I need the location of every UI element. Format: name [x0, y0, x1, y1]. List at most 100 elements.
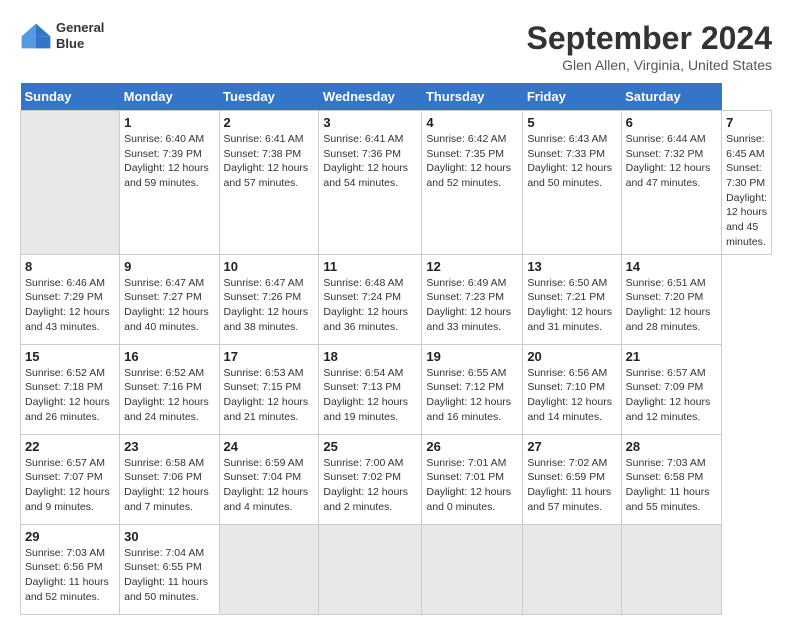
- day-number: 23: [124, 439, 214, 454]
- day-info: Sunrise: 6:52 AMSunset: 7:16 PMDaylight:…: [124, 366, 214, 425]
- day-info: Sunrise: 6:49 AMSunset: 7:23 PMDaylight:…: [426, 276, 518, 335]
- day-number: 3: [323, 115, 417, 130]
- day-info: Sunrise: 6:50 AMSunset: 7:21 PMDaylight:…: [527, 276, 616, 335]
- day-cell: 3Sunrise: 6:41 AMSunset: 7:36 PMDaylight…: [319, 111, 422, 255]
- day-cell: 16Sunrise: 6:52 AMSunset: 7:16 PMDayligh…: [120, 344, 219, 434]
- column-header-thursday: Thursday: [422, 83, 523, 111]
- day-info: Sunrise: 6:56 AMSunset: 7:10 PMDaylight:…: [527, 366, 616, 425]
- day-cell: 14Sunrise: 6:51 AMSunset: 7:20 PMDayligh…: [621, 254, 721, 344]
- logo-line2: Blue: [56, 36, 84, 51]
- day-cell: 10Sunrise: 6:47 AMSunset: 7:26 PMDayligh…: [219, 254, 319, 344]
- day-number: 13: [527, 259, 616, 274]
- day-number: 15: [25, 349, 115, 364]
- week-row-2: 8 Sunrise: 6:46 AMSunset: 7:29 PMDaylight…: [21, 254, 772, 344]
- day-number: 10: [224, 259, 315, 274]
- day-info: Sunrise: 6:41 AMSunset: 7:38 PMDaylight:…: [224, 132, 315, 191]
- day-cell: 11 Sunrise: 6:48 AMSunset: 7:24 PMDayligh…: [319, 254, 422, 344]
- day-number: 27: [527, 439, 616, 454]
- day-number: 30: [124, 529, 214, 544]
- day-info: Sunrise: 6:58 AMSunset: 7:06 PMDaylight:…: [124, 456, 214, 515]
- day-cell: 17 Sunrise: 6:53 AMSunset: 7:15 PMDayligh…: [219, 344, 319, 434]
- day-number: 6: [626, 115, 717, 130]
- day-info: Sunrise: 6:52 AMSunset: 7:18 PMDaylight:…: [25, 366, 115, 425]
- header: General Blue September 2024 Glen Allen, …: [20, 20, 772, 73]
- day-number: 17: [224, 349, 315, 364]
- day-info: Sunrise: 6:47 AMSunset: 7:27 PMDaylight:…: [124, 276, 214, 335]
- day-number: 12: [426, 259, 518, 274]
- column-header-monday: Monday: [120, 83, 219, 111]
- day-info: Sunrise: 6:45 AMSunset: 7:30 PMDaylight:…: [726, 132, 767, 250]
- day-info: Sunrise: 6:43 AMSunset: 7:33 PMDaylight:…: [527, 132, 616, 191]
- day-number: 14: [626, 259, 717, 274]
- day-cell: [319, 524, 422, 614]
- day-info: Sunrise: 6:44 AMSunset: 7:32 PMDaylight:…: [626, 132, 717, 191]
- week-row-1: 1 Sunrise: 6:40 AMSunset: 7:39 PMDaylight…: [21, 111, 772, 255]
- day-info: Sunrise: 6:46 AMSunset: 7:29 PMDaylight:…: [25, 276, 115, 335]
- day-info: Sunrise: 6:59 AMSunset: 7:04 PMDaylight:…: [224, 456, 315, 515]
- day-number: 26: [426, 439, 518, 454]
- day-number: 25: [323, 439, 417, 454]
- day-cell: 22 Sunrise: 6:57 AMSunset: 7:07 PMDayligh…: [21, 434, 120, 524]
- day-cell: 2 Sunrise: 6:41 AMSunset: 7:38 PMDaylight…: [219, 111, 319, 255]
- day-cell: 23 Sunrise: 6:58 AMSunset: 7:06 PMDayligh…: [120, 434, 219, 524]
- day-number: 22: [25, 439, 115, 454]
- header-row: SundayMondayTuesdayWednesdayThursdayFrid…: [21, 83, 772, 111]
- day-number: 28: [626, 439, 717, 454]
- day-cell: 1 Sunrise: 6:40 AMSunset: 7:39 PMDaylight…: [120, 111, 219, 255]
- week-row-4: 22 Sunrise: 6:57 AMSunset: 7:07 PMDayligh…: [21, 434, 772, 524]
- column-header-friday: Friday: [523, 83, 621, 111]
- day-cell: 8 Sunrise: 6:46 AMSunset: 7:29 PMDaylight…: [21, 254, 120, 344]
- logo-text: General Blue: [56, 20, 104, 51]
- day-info: Sunrise: 6:53 AMSunset: 7:15 PMDaylight:…: [224, 366, 315, 425]
- day-number: 1: [124, 115, 214, 130]
- column-header-saturday: Saturday: [621, 83, 721, 111]
- day-cell: 20Sunrise: 6:56 AMSunset: 7:10 PMDayligh…: [523, 344, 621, 434]
- logo-line1: General: [56, 20, 104, 35]
- month-title: September 2024: [527, 20, 772, 57]
- day-number: 8: [25, 259, 115, 274]
- day-info: Sunrise: 6:57 AMSunset: 7:09 PMDaylight:…: [626, 366, 717, 425]
- day-cell: 26 Sunrise: 7:01 AMSunset: 7:01 PMDayligh…: [422, 434, 523, 524]
- day-number: 5: [527, 115, 616, 130]
- day-cell: 21 Sunrise: 6:57 AMSunset: 7:09 PMDayligh…: [621, 344, 721, 434]
- day-cell: 28Sunrise: 7:03 AMSunset: 6:58 PMDayligh…: [621, 434, 721, 524]
- day-cell: 25 Sunrise: 7:00 AMSunset: 7:02 PMDayligh…: [319, 434, 422, 524]
- column-header-sunday: Sunday: [21, 83, 120, 111]
- day-cell: 5 Sunrise: 6:43 AMSunset: 7:33 PMDaylight…: [523, 111, 621, 255]
- location: Glen Allen, Virginia, United States: [527, 57, 772, 73]
- day-cell: [621, 524, 721, 614]
- day-info: Sunrise: 7:04 AMSunset: 6:55 PMDaylight:…: [124, 546, 214, 605]
- day-info: Sunrise: 7:00 AMSunset: 7:02 PMDaylight:…: [323, 456, 417, 515]
- empty-cell: [21, 111, 120, 255]
- day-number: 7: [726, 115, 767, 130]
- day-cell: 15 Sunrise: 6:52 AMSunset: 7:18 PMDayligh…: [21, 344, 120, 434]
- week-row-3: 15 Sunrise: 6:52 AMSunset: 7:18 PMDayligh…: [21, 344, 772, 434]
- day-info: Sunrise: 6:42 AMSunset: 7:35 PMDaylight:…: [426, 132, 518, 191]
- day-info: Sunrise: 7:02 AMSunset: 6:59 PMDaylight:…: [527, 456, 616, 515]
- day-info: Sunrise: 6:57 AMSunset: 7:07 PMDaylight:…: [25, 456, 115, 515]
- day-info: Sunrise: 7:01 AMSunset: 7:01 PMDaylight:…: [426, 456, 518, 515]
- day-number: 19: [426, 349, 518, 364]
- day-info: Sunrise: 6:48 AMSunset: 7:24 PMDaylight:…: [323, 276, 417, 335]
- day-cell: 12 Sunrise: 6:49 AMSunset: 7:23 PMDayligh…: [422, 254, 523, 344]
- day-cell: 30 Sunrise: 7:04 AMSunset: 6:55 PMDayligh…: [120, 524, 219, 614]
- day-info: Sunrise: 6:40 AMSunset: 7:39 PMDaylight:…: [124, 132, 214, 191]
- day-number: 2: [224, 115, 315, 130]
- day-number: 4: [426, 115, 518, 130]
- day-cell: 29Sunrise: 7:03 AMSunset: 6:56 PMDayligh…: [21, 524, 120, 614]
- column-header-wednesday: Wednesday: [319, 83, 422, 111]
- day-number: 9: [124, 259, 214, 274]
- day-cell: 27 Sunrise: 7:02 AMSunset: 6:59 PMDayligh…: [523, 434, 621, 524]
- day-number: 21: [626, 349, 717, 364]
- week-row-5: 29Sunrise: 7:03 AMSunset: 6:56 PMDayligh…: [21, 524, 772, 614]
- day-cell: [422, 524, 523, 614]
- logo-icon: [20, 22, 52, 50]
- day-cell: 24Sunrise: 6:59 AMSunset: 7:04 PMDayligh…: [219, 434, 319, 524]
- day-cell: 6 Sunrise: 6:44 AMSunset: 7:32 PMDaylight…: [621, 111, 721, 255]
- day-info: Sunrise: 6:54 AMSunset: 7:13 PMDaylight:…: [323, 366, 417, 425]
- day-info: Sunrise: 6:55 AMSunset: 7:12 PMDaylight:…: [426, 366, 518, 425]
- day-cell: [523, 524, 621, 614]
- day-cell: 19 Sunrise: 6:55 AMSunset: 7:12 PMDayligh…: [422, 344, 523, 434]
- day-number: 11: [323, 259, 417, 274]
- day-cell: [219, 524, 319, 614]
